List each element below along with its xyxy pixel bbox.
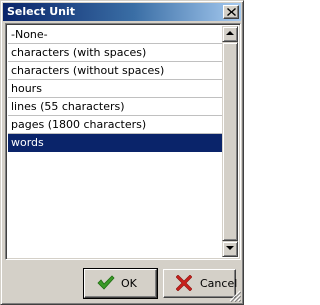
green-checkmark-icon xyxy=(97,275,115,290)
list-item[interactable]: pages (1800 characters) xyxy=(8,116,223,134)
list-item[interactable]: characters (without spaces) xyxy=(8,62,223,80)
unit-listbox[interactable]: -None-characters (with spaces) characters… xyxy=(5,23,241,260)
red-x-icon xyxy=(176,275,192,291)
window-title: Select Unit xyxy=(7,5,76,18)
unit-list: -None-characters (with spaces) characters… xyxy=(8,26,223,257)
vertical-scrollbar[interactable] xyxy=(222,26,238,257)
arrow-down-icon xyxy=(226,246,234,250)
title-bar[interactable]: Select Unit xyxy=(3,3,241,21)
cancel-button[interactable]: Cancel xyxy=(163,269,238,298)
scroll-up-button[interactable] xyxy=(222,26,238,42)
arrow-up-icon xyxy=(226,31,234,35)
ok-label: OK xyxy=(121,277,137,290)
list-item[interactable]: -None- xyxy=(8,26,223,44)
select-unit-dialog: Select Unit -None-characters (with space… xyxy=(0,0,244,305)
list-item[interactable]: words xyxy=(8,134,223,152)
cancel-label: Cancel xyxy=(200,277,238,290)
resize-grip-icon[interactable] xyxy=(229,290,241,302)
scroll-thumb[interactable] xyxy=(222,42,238,241)
list-item[interactable]: lines (55 characters) xyxy=(8,98,223,116)
close-icon xyxy=(227,8,236,16)
list-item[interactable]: hours xyxy=(8,80,223,98)
ok-button[interactable]: OK xyxy=(83,268,158,299)
scroll-down-button[interactable] xyxy=(222,241,238,257)
close-button[interactable] xyxy=(223,5,239,19)
list-item[interactable]: characters (with spaces) xyxy=(8,44,223,62)
